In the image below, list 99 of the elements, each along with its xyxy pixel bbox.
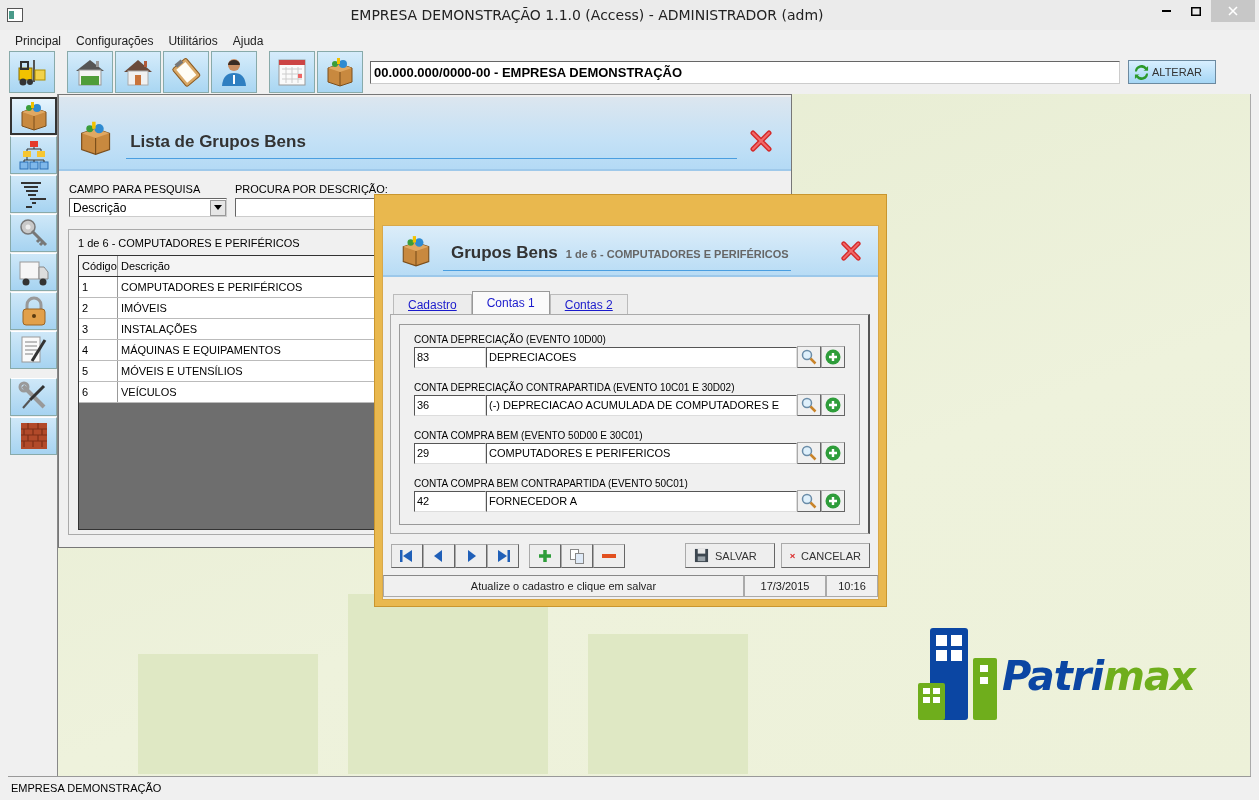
delete-record-button[interactable] [593,543,625,568]
field-label: CONTA DEPRECIAÇÃO CONTRAPARTIDA (EVENTO 10C01 E 30D02) [414,382,736,393]
menu-item[interactable]: Ajuda [231,33,265,49]
table-cell: 1 [82,281,89,293]
search-button[interactable] [797,490,822,512]
account-code-input[interactable]: 83 [414,346,486,368]
add-button[interactable] [821,442,845,464]
plus-circle-icon [825,493,842,509]
app-window-icon [7,8,23,22]
account-name-input[interactable]: (-) DEPRECIACAO ACUMULADA DE COMPUTADORES E [486,394,798,416]
search-button[interactable] [797,442,822,464]
org-chart-icon [17,139,50,171]
menu-item[interactable]: Utilitários [167,33,219,49]
menu-item[interactable]: Configurações [75,33,155,49]
tab[interactable]: Cadastro [393,294,472,314]
search-icon [801,349,818,365]
toolbar-button[interactable] [115,51,161,93]
column-header[interactable]: Descrição [121,260,170,272]
account-code-input[interactable]: 36 [414,394,486,416]
first-record-button[interactable] [391,543,423,568]
table-cell: 2 [82,302,89,314]
status-date: 17/3/2015 [744,575,826,597]
sidebar-button[interactable] [10,97,57,135]
change-button[interactable]: ALTERAR [1128,60,1216,84]
search-icon [801,397,818,413]
toolbar-button[interactable] [211,51,257,93]
calendar-icon [276,56,308,88]
close-icon [840,239,862,262]
record-subtitle: 1 de 6 - COMPUTADORES E PERIFÉRICOS [565,247,789,260]
table-cell: VEÍCULOS [121,386,177,398]
table-cell: COMPUTADORES E PERIFÉRICOS [121,281,303,293]
skip-last-icon [495,547,511,564]
field-label: CONTA DEPRECIAÇÃO (EVENTO 10D00) [414,334,607,345]
field-label: CONTA COMPRA BEM CONTRAPARTIDA (EVENTO 50C01) [414,478,689,489]
field-label: CONTA COMPRA BEM (EVENTO 50D00 E 30C01) [414,430,644,441]
close-icon [1228,6,1238,16]
box-icon [324,56,356,88]
logo-word-part: Patri [1002,652,1104,699]
tab[interactable]: Contas 1 [471,291,550,314]
table-cell: MÓVEIS E UTENSÍLIOS [121,365,243,377]
search-icon [801,445,818,461]
field-label: PROCURA POR DESCRIÇÃO: [235,183,389,195]
maximize-icon [1191,6,1201,16]
buildings-logo-icon [918,628,998,723]
account-name-input[interactable]: DEPRECIACOES [486,346,798,368]
search-icon [801,493,818,509]
refresh-icon [1134,64,1149,80]
new-record-button[interactable] [529,543,561,568]
previous-record-button[interactable] [423,543,455,568]
company-field: 00.000.000/0000-00 - EMPRESA DEMONSTRAÇÃO [370,60,1120,84]
record-label: 1 de 6 - COMPUTADORES E PERIFÉRICOS [78,236,300,251]
add-button[interactable] [821,490,845,512]
copy-record-button[interactable] [561,543,593,568]
status-time: 10:16 [826,575,878,597]
minimize-icon [1161,10,1171,12]
next-record-button[interactable] [455,543,487,568]
toolbar-button[interactable] [67,51,113,93]
last-record-button[interactable] [487,543,519,568]
dialog-title: Grupos Bens [451,242,558,263]
cancel-button[interactable]: CANCELAR [781,543,870,568]
plus-circle-icon [825,397,842,413]
account-name-input[interactable]: FORNECEDOR A [486,490,798,512]
status-message: Atualize o cadastro e clique em salvar [383,575,744,597]
add-button[interactable] [821,346,845,368]
account-name-input[interactable]: COMPUTADORES E PERIFERICOS [486,442,798,464]
copy-icon [569,547,585,564]
plus-circle-icon [825,445,842,461]
window-title: EMPRESA DEMONSTRAÇÃO 1.1.0 (Access) - ADMINISTRADOR (adm) [349,7,825,23]
menu-item[interactable]: Principal [14,33,63,49]
table-cell: 3 [82,323,89,335]
table-cell: 4 [82,344,89,356]
table-cell: INSTALAÇÕES [121,323,198,335]
close-button[interactable] [749,129,773,153]
search-field-dropdown[interactable]: Descrição [69,198,227,217]
column-header[interactable]: Código [82,260,117,272]
close-icon [749,129,773,153]
toolbar-button[interactable] [269,51,315,93]
search-button[interactable] [797,346,822,368]
window-title: Lista de Grupos Bens [126,132,737,159]
table-cell: 5 [82,365,89,377]
toolbar-button[interactable] [9,51,55,93]
account-code-input[interactable]: 29 [414,442,486,464]
plus-icon [537,547,553,564]
close-button[interactable] [840,239,862,262]
search-button[interactable] [797,394,822,416]
tab[interactable]: Contas 2 [549,294,628,314]
table-cell: MÁQUINAS E EQUIPAMENTOS [121,344,281,356]
minus-icon [602,553,616,558]
table-cell: 6 [82,386,89,398]
add-button[interactable] [821,394,845,416]
skip-first-icon [399,547,415,564]
account-code-input[interactable]: 42 [414,490,486,512]
caret-down-icon [214,205,222,210]
field-label: CAMPO PARA PESQUISA [69,183,202,195]
save-button[interactable]: SALVAR [685,543,775,568]
plus-circle-icon [825,349,842,365]
key-icon [17,217,50,249]
table-cell: IMÓVEIS [121,302,167,314]
status-text: EMPRESA DEMONSTRAÇÃO [11,782,162,794]
